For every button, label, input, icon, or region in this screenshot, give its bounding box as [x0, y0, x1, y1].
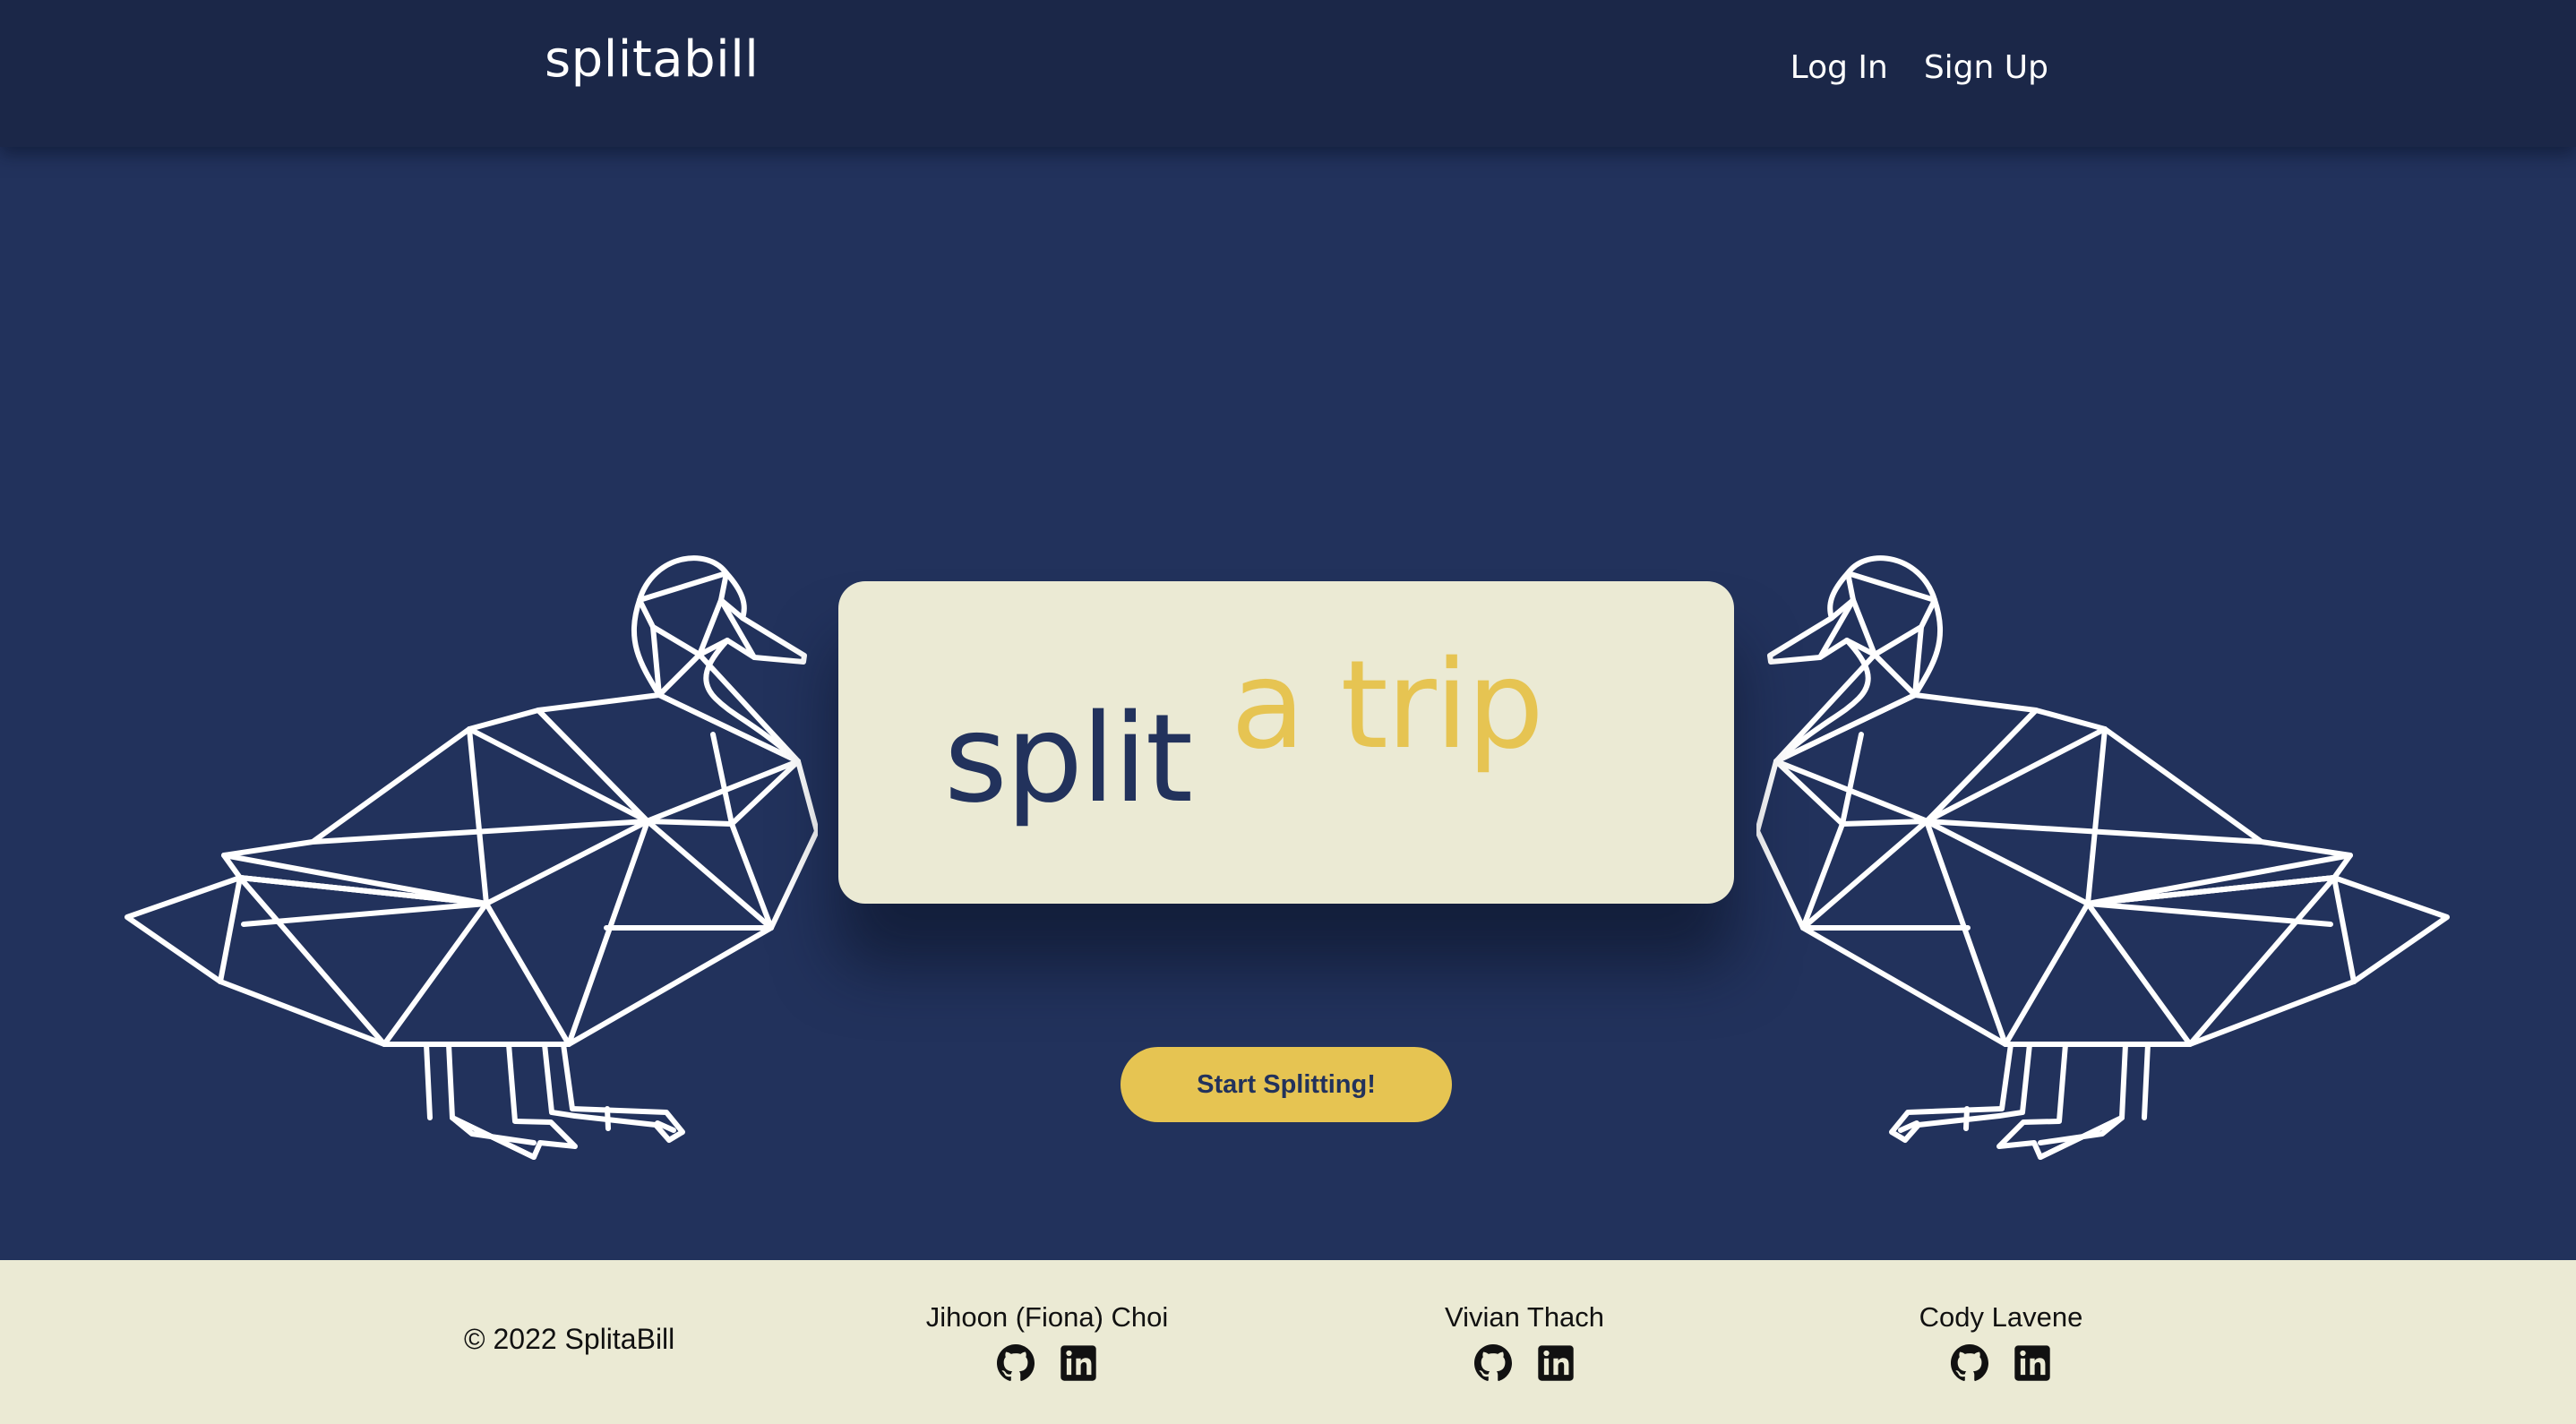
- top-navbar: splitabill Log In Sign Up: [0, 0, 2576, 147]
- hero-title-split: split: [944, 689, 1193, 830]
- hero-section: split a trip Start Splitting!: [0, 147, 2576, 1260]
- linkedin-icon[interactable]: [1537, 1344, 1575, 1382]
- nav-links: Log In Sign Up: [1790, 49, 2048, 86]
- login-link[interactable]: Log In: [1790, 49, 1888, 86]
- hero-title-trip: a trip: [1231, 635, 1544, 776]
- member-social-links: [1822, 1344, 2180, 1382]
- start-splitting-button[interactable]: Start Splitting!: [1121, 1047, 1452, 1122]
- footer: © 2022 SplitaBill Jihoon (Fiona) Choi Vi…: [0, 1260, 2576, 1424]
- member-social-links: [1345, 1344, 1704, 1382]
- duck-illustration-left: [125, 555, 818, 1160]
- copyright-text: © 2022 SplitaBill: [464, 1323, 675, 1355]
- duck-illustration-right: [1756, 537, 2450, 1170]
- signup-link[interactable]: Sign Up: [1924, 49, 2048, 86]
- github-icon[interactable]: [1474, 1344, 1512, 1382]
- member-name: Jihoon (Fiona) Choi: [925, 1301, 1169, 1333]
- linkedin-icon[interactable]: [1060, 1344, 1097, 1382]
- github-icon[interactable]: [1951, 1344, 1988, 1382]
- github-icon[interactable]: [997, 1344, 1035, 1382]
- team-member-vivian: Vivian Thach: [1345, 1301, 1704, 1382]
- member-name: Vivian Thach: [1444, 1301, 1605, 1333]
- hero-title-card: split a trip: [838, 581, 1734, 904]
- member-name: Cody Lavene: [1919, 1301, 2083, 1333]
- team-member-jihoon: Jihoon (Fiona) Choi: [868, 1301, 1226, 1382]
- brand-logo[interactable]: splitabill: [545, 30, 759, 89]
- team-member-cody: Cody Lavene: [1822, 1301, 2180, 1382]
- member-social-links: [868, 1344, 1226, 1382]
- linkedin-icon[interactable]: [2014, 1344, 2051, 1382]
